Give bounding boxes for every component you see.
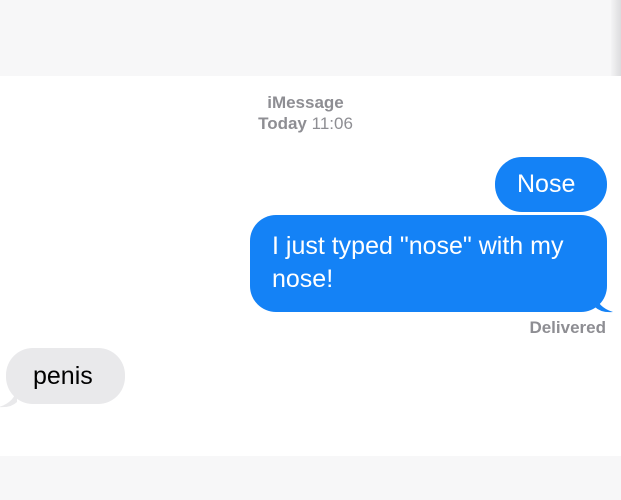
sent-bubble-tail <box>595 293 613 313</box>
message-text: I just typed "nose" with my nose! <box>272 232 564 293</box>
timestamp: Today 11:06 <box>0 113 611 134</box>
top-navigation-bar <box>0 0 621 76</box>
screen-edge-shadow <box>611 0 621 76</box>
delivery-status: Delivered <box>529 318 606 337</box>
received-bubble-tail <box>0 388 17 408</box>
message-text: Nose <box>517 170 576 198</box>
bottom-input-bar <box>0 456 621 500</box>
timestamp-time: 11:06 <box>311 114 353 133</box>
timestamp-day: Today <box>258 114 307 133</box>
received-message-bubble[interactable]: penis <box>6 348 125 404</box>
sent-message-bubble[interactable]: I just typed "nose" with my nose! <box>250 215 607 312</box>
conversation-header: iMessage Today 11:06 <box>0 92 611 134</box>
service-label: iMessage <box>267 93 344 112</box>
sent-message-bubble[interactable]: Nose <box>495 157 607 212</box>
message-text: penis <box>33 362 93 390</box>
